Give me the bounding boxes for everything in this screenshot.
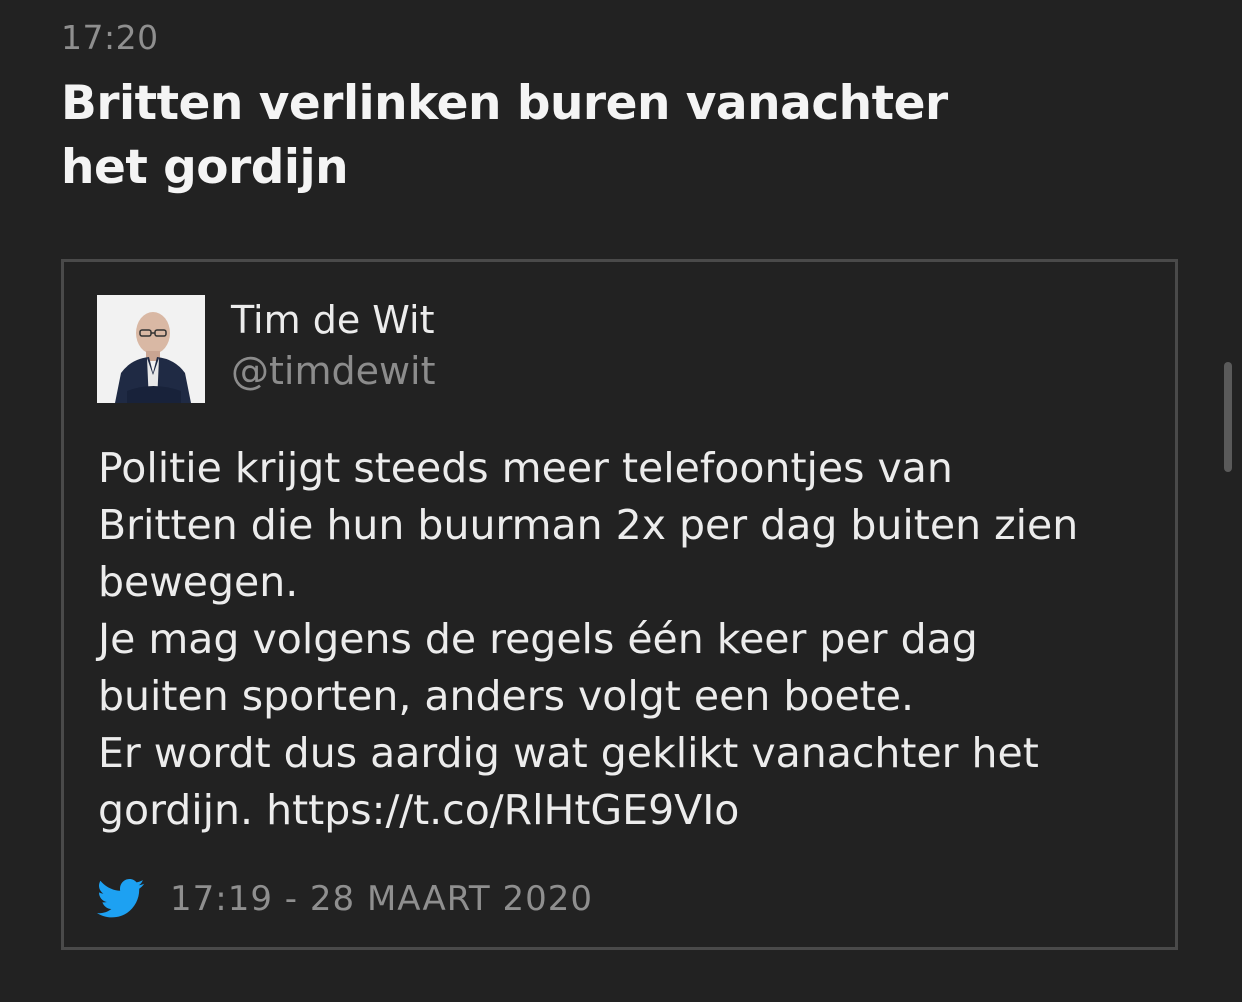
article-time: 17:20 (61, 18, 159, 57)
avatar-photo (97, 295, 205, 403)
tweet-text-line: bewegen. (98, 558, 299, 606)
vertical-scrollbar[interactable] (1224, 362, 1232, 472)
article-title-line: het gordijn (61, 140, 349, 195)
tweet-text-line-with-link[interactable]: gordijn. https://t.co/RlHtGE9VIo (98, 782, 1158, 839)
tweet-timestamp[interactable]: 17:19 - 28 MAART 2020 (170, 879, 593, 919)
tweet-text-line: Britten die hun buurman 2x per dag buite… (98, 501, 1079, 549)
tweet-author-handle[interactable]: @timdewit (231, 349, 436, 393)
tweet-footer: 17:19 - 28 MAART 2020 (97, 874, 593, 924)
avatar[interactable] (97, 295, 205, 403)
article-title: Britten verlinken buren vanachter het go… (61, 72, 961, 200)
tweet-author-name[interactable]: Tim de Wit (231, 298, 434, 342)
article-page: 17:20 Britten verlinken buren vanachter … (0, 0, 1242, 1002)
tweet-text-line: Er wordt dus aardig wat geklikt vanachte… (98, 729, 1039, 777)
article-title-line: Britten verlinken buren vanachter (61, 76, 948, 131)
tweet-text-line: Politie krijgt steeds meer telefoontjes … (98, 444, 953, 492)
tweet-text: Politie krijgt steeds meer telefoontjes … (98, 440, 1158, 839)
embedded-tweet[interactable]: Tim de Wit @timdewit Politie krijgt stee… (61, 259, 1178, 950)
twitter-bird-icon[interactable] (97, 879, 145, 919)
tweet-text-line: buiten sporten, anders volgt een boete. (98, 672, 915, 720)
tweet-text-line: Je mag volgens de regels één keer per da… (98, 615, 978, 663)
